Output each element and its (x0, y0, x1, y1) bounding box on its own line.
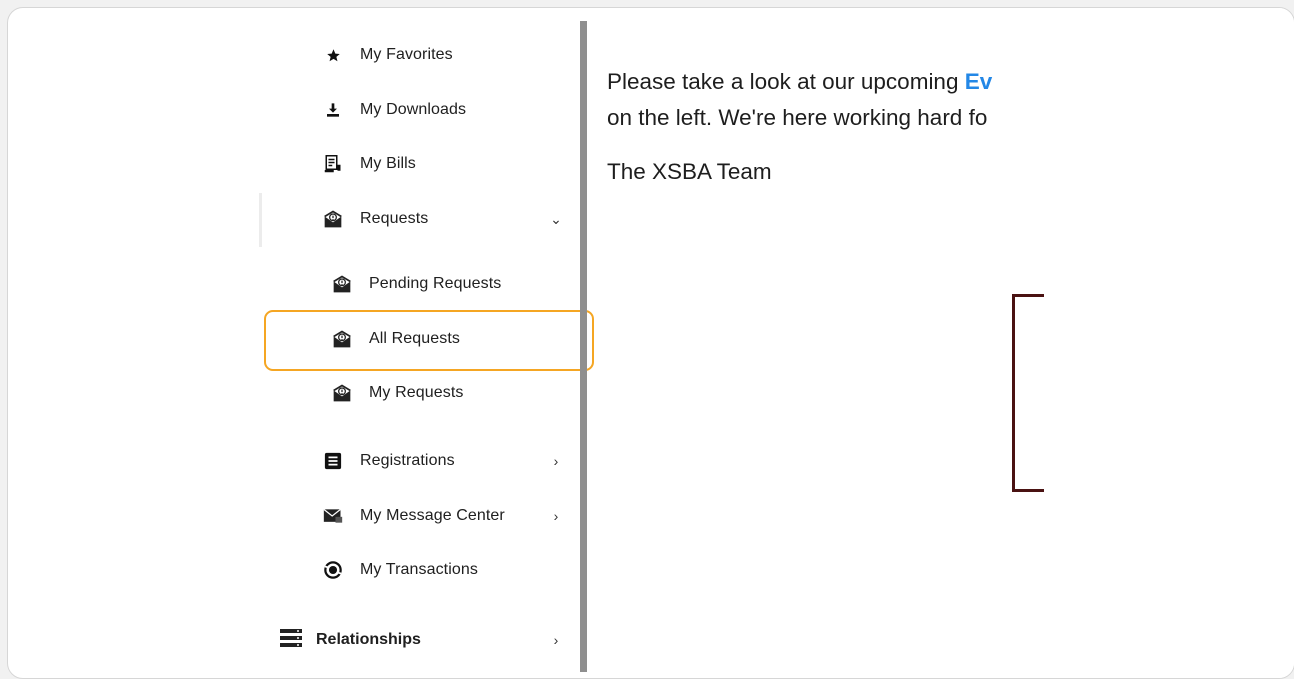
transactions-icon (323, 560, 343, 580)
sidebar-item-label: My Bills (360, 155, 416, 172)
star-icon (323, 45, 343, 65)
sidebar-item-requests[interactable]: Requests ⌄ (315, 197, 565, 241)
server-icon (280, 628, 302, 652)
chevron-down-icon[interactable]: ⌄ (547, 197, 565, 241)
sidebar-item-my-transactions[interactable]: My Transactions (315, 548, 565, 592)
chevron-right-icon[interactable]: › (547, 439, 565, 483)
events-link[interactable]: Ev (965, 69, 993, 94)
content-line-2: on the left. We're here working hard fo (607, 105, 988, 130)
sidebar-item-my-message-center[interactable]: My Message Center › (315, 494, 565, 538)
sidebar-item-relationships[interactable]: Relationships › (280, 618, 565, 662)
sidebar-item-pending-requests[interactable]: Pending Requests (324, 262, 574, 306)
message-icon (323, 506, 343, 526)
registrations-icon (323, 451, 343, 471)
sidebar-item-registrations[interactable]: Registrations › (315, 439, 565, 483)
sidebar-item-my-downloads[interactable]: My Downloads (315, 88, 565, 132)
sidebar-item-label: My Requests (369, 384, 464, 401)
bill-icon (323, 154, 343, 174)
sidebar-item-label: Relationships (316, 631, 421, 648)
sidebar-scrollbar[interactable] (580, 21, 587, 672)
sidebar-item-label: My Favorites (360, 46, 453, 63)
sidebar-item-label: Pending Requests (369, 275, 502, 292)
download-icon (323, 100, 343, 120)
sidebar-item-label: Registrations (360, 452, 455, 469)
sidebar-item-label: My Downloads (360, 101, 467, 118)
request-icon (323, 209, 343, 229)
sidebar: My Favorites My Downloads My Bills Reque… (8, 8, 594, 678)
sidebar-item-label: My Message Center (360, 507, 505, 524)
sidebar-item-my-bills[interactable]: My Bills (315, 142, 565, 186)
sidebar-item-label: All Requests (369, 330, 461, 347)
app-frame: My Favorites My Downloads My Bills Reque… (7, 7, 1294, 679)
content-clip (1044, 8, 1294, 678)
sidebar-item-all-requests[interactable]: All Requests (324, 317, 574, 361)
chevron-right-icon[interactable]: › (547, 618, 565, 662)
request-icon (332, 274, 352, 294)
sidebar-item-label: My Transactions (360, 561, 478, 578)
signature: The XSBA Team (607, 159, 772, 184)
active-indicator (259, 193, 262, 247)
chevron-right-icon[interactable]: › (547, 494, 565, 538)
sidebar-item-my-requests[interactable]: My Requests (324, 371, 574, 415)
sidebar-item-my-favorites[interactable]: My Favorites (315, 33, 565, 77)
sidebar-item-label: Requests (360, 210, 429, 227)
request-icon (332, 329, 352, 349)
main-content: Please take a look at our upcoming Ev on… (607, 64, 1044, 190)
request-icon (332, 383, 352, 403)
content-line-1: Please take a look at our upcoming Ev (607, 69, 993, 94)
